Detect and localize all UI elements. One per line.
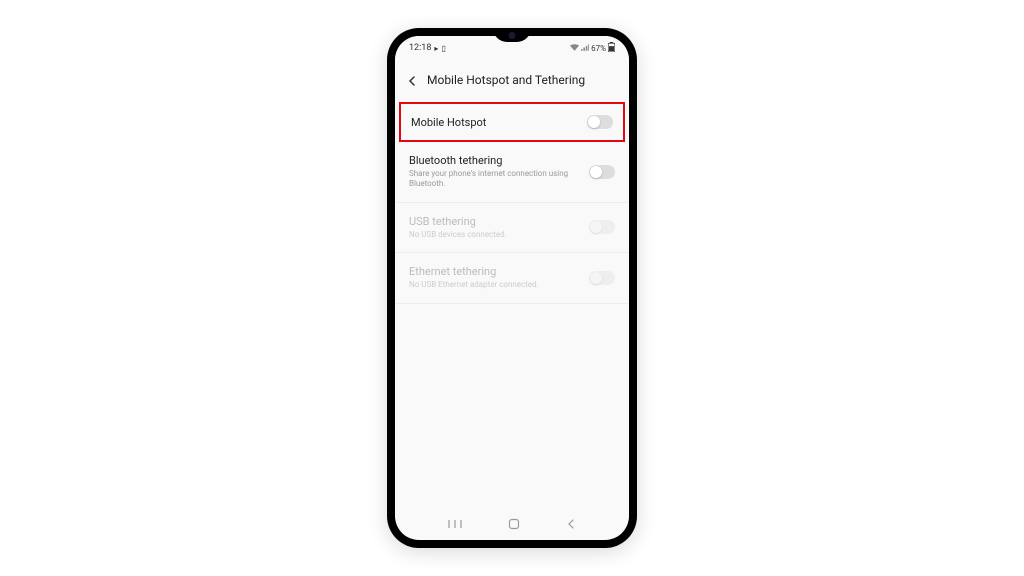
toggle-ethernet-tethering xyxy=(589,271,615,285)
setting-subtitle: Share your phone's internet connection u… xyxy=(409,169,589,190)
toggle-bluetooth-tethering[interactable] xyxy=(589,165,615,179)
wifi-icon xyxy=(570,44,579,53)
header: Mobile Hotspot and Tethering xyxy=(395,60,629,100)
setting-title: Bluetooth tethering xyxy=(409,154,589,167)
nav-back-icon[interactable] xyxy=(566,515,576,534)
battery-percent: 67% xyxy=(591,44,606,53)
home-icon[interactable] xyxy=(508,515,520,534)
phone-frame: 12:18 ▸ ▯ 67% Mobile Hotspot xyxy=(387,28,637,548)
status-time: 12:18 xyxy=(409,43,431,53)
setting-bluetooth-tethering[interactable]: Bluetooth tethering Share your phone's i… xyxy=(395,142,629,203)
setting-text: USB tethering No USB devices connected. xyxy=(409,215,589,240)
battery-icon xyxy=(608,42,615,54)
setting-subtitle: No USB Ethernet adapter connected. xyxy=(409,280,589,290)
setting-title: Ethernet tethering xyxy=(409,265,589,278)
setting-title: Mobile Hotspot xyxy=(411,116,587,129)
toggle-mobile-hotspot[interactable] xyxy=(587,115,613,129)
video-icon: ▸ xyxy=(434,44,438,53)
settings-list: Mobile Hotspot Bluetooth tethering Share… xyxy=(395,102,629,304)
status-right: 67% xyxy=(570,42,615,54)
recents-icon[interactable] xyxy=(448,515,462,534)
toggle-usb-tethering xyxy=(589,220,615,234)
setting-ethernet-tethering: Ethernet tethering No USB Ethernet adapt… xyxy=(395,253,629,303)
card-icon: ▯ xyxy=(441,44,445,53)
screen: 12:18 ▸ ▯ 67% Mobile Hotspot xyxy=(395,36,629,540)
setting-mobile-hotspot[interactable]: Mobile Hotspot xyxy=(399,102,625,142)
setting-usb-tethering: USB tethering No USB devices connected. xyxy=(395,203,629,253)
setting-title: USB tethering xyxy=(409,215,589,228)
back-icon[interactable] xyxy=(407,71,417,90)
signal-icon xyxy=(581,44,589,53)
status-left: 12:18 ▸ ▯ xyxy=(409,43,446,53)
setting-subtitle: No USB devices connected. xyxy=(409,230,589,240)
setting-text: Mobile Hotspot xyxy=(411,116,587,129)
navigation-bar xyxy=(395,508,629,540)
setting-text: Ethernet tethering No USB Ethernet adapt… xyxy=(409,265,589,290)
page-title: Mobile Hotspot and Tethering xyxy=(427,73,585,87)
setting-text: Bluetooth tethering Share your phone's i… xyxy=(409,154,589,190)
